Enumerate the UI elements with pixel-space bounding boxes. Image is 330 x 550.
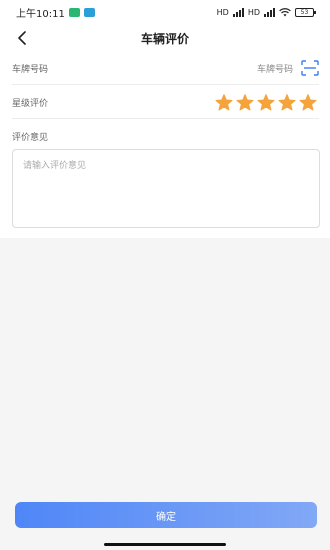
star-icon[interactable]	[299, 93, 317, 111]
nav-bar: 车辆评价	[0, 24, 330, 52]
rating-row: 星级评价	[12, 86, 319, 119]
star-rating[interactable]	[215, 93, 317, 111]
scan-icon[interactable]	[301, 60, 319, 76]
star-icon[interactable]	[215, 93, 233, 111]
battery-icon: 53	[295, 7, 316, 17]
signal-label-1: HD	[216, 7, 229, 17]
plate-label: 车牌号码	[12, 64, 49, 75]
comment-label: 评价意见	[12, 133, 49, 143]
star-icon[interactable]	[236, 93, 254, 111]
home-indicator	[104, 543, 226, 546]
signal-icon	[232, 7, 244, 17]
page-title: 车辆评价	[140, 31, 189, 46]
status-left: 上午10:11	[16, 5, 95, 20]
back-button[interactable]	[12, 28, 32, 48]
signal-label-2: HD	[247, 7, 260, 17]
wechat-badge-icon	[68, 7, 80, 17]
status-bar: 上午10:11 HD HD 53	[0, 0, 330, 24]
signal-icon-2	[264, 7, 275, 17]
plate-row: 车牌号码 车牌号码	[12, 52, 319, 85]
comment-input[interactable]	[12, 149, 320, 228]
wifi-icon	[279, 7, 291, 16]
app-badge-icon	[83, 7, 95, 17]
status-right: HD HD 53	[216, 7, 316, 17]
star-icon[interactable]	[257, 93, 275, 111]
rating-label: 星级评价	[12, 98, 49, 109]
plate-input-placeholder[interactable]: 车牌号码	[257, 62, 293, 75]
status-time: 上午10:11	[16, 8, 65, 20]
plate-field[interactable]: 车牌号码	[257, 60, 319, 76]
star-icon[interactable]	[278, 93, 296, 111]
confirm-button[interactable]: 确定	[15, 502, 317, 528]
chevron-left-icon	[18, 31, 26, 45]
evaluation-form: 车牌号码 车牌号码 星级评价 评价意见	[0, 52, 330, 238]
